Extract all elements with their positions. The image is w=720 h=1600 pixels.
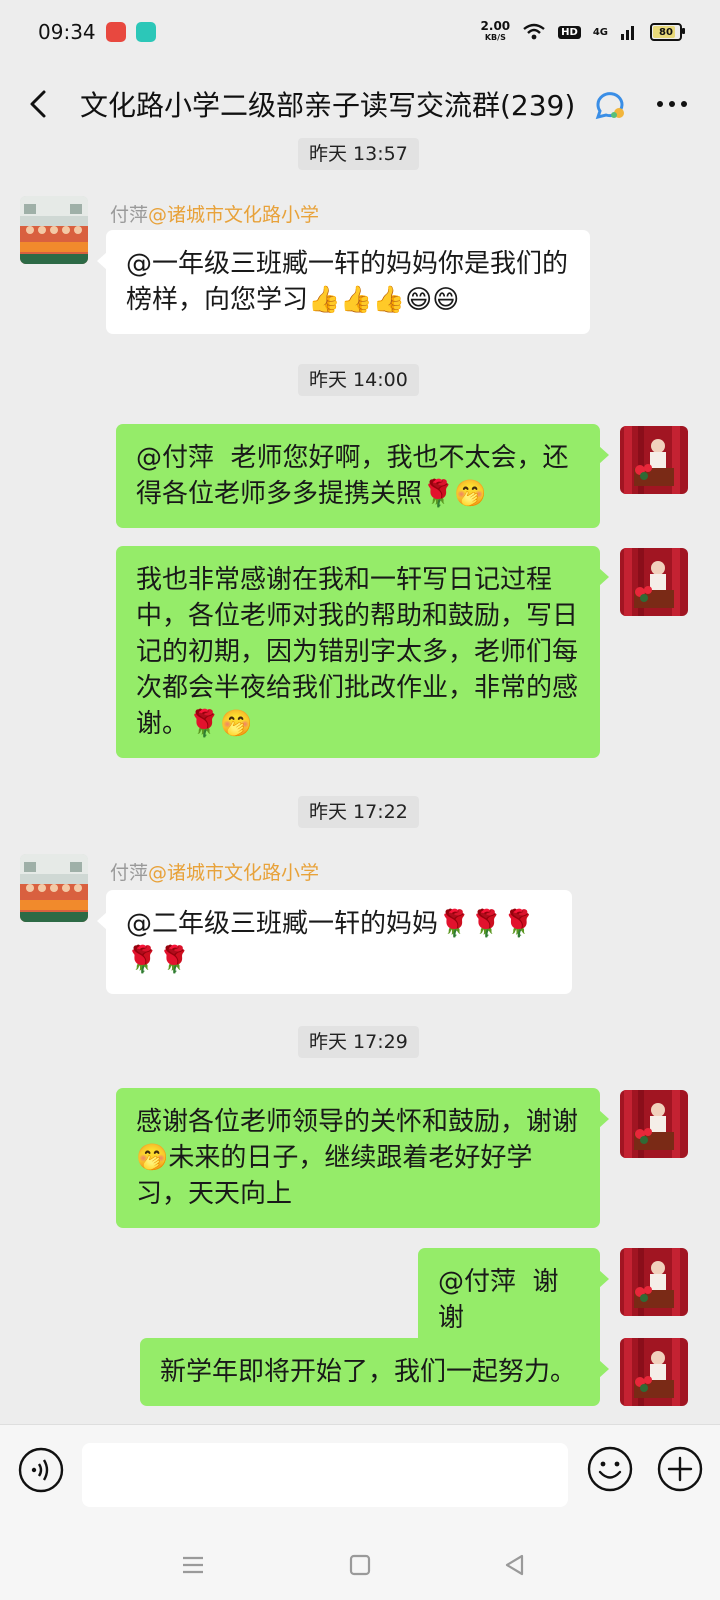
chat-header: 文化路小学二级部亲子读写交流群(239): [0, 64, 720, 144]
message-input[interactable]: [82, 1443, 568, 1507]
status-time: 09:34: [38, 20, 96, 44]
avatar-image: [620, 1338, 688, 1406]
avatar-fuping[interactable]: [20, 854, 88, 922]
message-bubble-incoming[interactable]: @二年级三班臧一轩的妈妈🌹🌹🌹🌹🌹: [97, 890, 572, 994]
network-type: 4G: [592, 26, 608, 38]
back-icon[interactable]: [22, 86, 58, 122]
avatar-image: [20, 854, 88, 922]
emoji-icon[interactable]: [586, 1445, 634, 1493]
message-bubble-outgoing[interactable]: 新学年即将开始了，我们一起努力。: [140, 1338, 609, 1406]
message-bubble-outgoing[interactable]: @付萍 老师您好啊，我也不太会，还得各位老师多多提携关照🌹🤭: [116, 424, 609, 528]
avatar-image: [620, 548, 688, 616]
network-speed-unit: KB/S: [484, 33, 506, 42]
battery-level: 80: [659, 26, 673, 38]
sender-name: 付萍@诸城市文化路小学: [110, 200, 319, 227]
hd-badge: HD: [558, 25, 581, 39]
timestamp: 昨天 13:57: [298, 138, 419, 170]
avatar-image: [620, 1248, 688, 1316]
back-triangle-icon[interactable]: [500, 1550, 530, 1580]
avatar-image: [620, 426, 688, 494]
input-bar: [0, 1424, 720, 1529]
status-right: 2.00 KB/S HD 4G 80: [480, 19, 685, 43]
avatar-self[interactable]: [620, 1248, 688, 1316]
plus-icon[interactable]: [656, 1445, 704, 1493]
status-left: 09:34: [38, 20, 156, 44]
message-bubble-outgoing[interactable]: 感谢各位老师领导的关怀和鼓励，谢谢🤭未来的日子，继续跟着老好好学习，天天向上: [116, 1088, 609, 1228]
message-bubble-outgoing[interactable]: @付萍 谢谢: [418, 1248, 609, 1352]
timestamp: 昨天 14:00: [298, 364, 419, 396]
network-speed-value: 2.00: [480, 19, 511, 33]
timestamp: 昨天 17:29: [298, 1026, 419, 1058]
voice-icon[interactable]: [18, 1447, 64, 1493]
timestamp: 昨天 17:22: [298, 796, 419, 828]
sender-name: 付萍@诸城市文化路小学: [110, 858, 319, 885]
avatar-image: [20, 196, 88, 264]
message-bubble-incoming[interactable]: @一年级三班臧一轩的妈妈你是我们的榜样，向您学习👍👍👍😄😄: [97, 230, 590, 334]
sender-group-nickname: @诸城市文化路小学: [148, 204, 320, 226]
message-bubble-outgoing[interactable]: 我也非常感谢在我和一轩写日记过程中，各位老师对我的帮助和鼓励，写日记的初期，因为…: [116, 546, 609, 758]
battery-indicator: 80: [650, 23, 685, 41]
avatar-self[interactable]: [620, 1338, 688, 1406]
more-icon[interactable]: [652, 90, 692, 118]
wifi-icon: [523, 23, 545, 40]
message-app-icon: [135, 22, 156, 42]
avatar-self[interactable]: [620, 426, 688, 494]
sender-nickname: 付萍: [110, 862, 149, 884]
avatar-self[interactable]: [620, 548, 688, 616]
music-app-icon: [105, 22, 126, 42]
menu-icon[interactable]: [178, 1550, 208, 1580]
avatar-fuping[interactable]: [20, 196, 88, 264]
avatar-self[interactable]: [620, 1090, 688, 1158]
sender-group-nickname: @诸城市文化路小学: [148, 862, 320, 884]
chat-title: 文化路小学二级部亲子读写交流群(239): [80, 89, 576, 122]
home-icon[interactable]: [345, 1550, 375, 1580]
signal-icon: [621, 26, 634, 40]
sender-nickname: 付萍: [110, 204, 149, 226]
network-speed: 2.00 KB/S: [480, 19, 511, 43]
avatar-image: [620, 1090, 688, 1158]
group-chat-icon[interactable]: [592, 86, 628, 122]
status-bar: 09:34 2.00 KB/S HD 4G 80: [0, 0, 720, 64]
system-nav-bar: [0, 1528, 720, 1600]
